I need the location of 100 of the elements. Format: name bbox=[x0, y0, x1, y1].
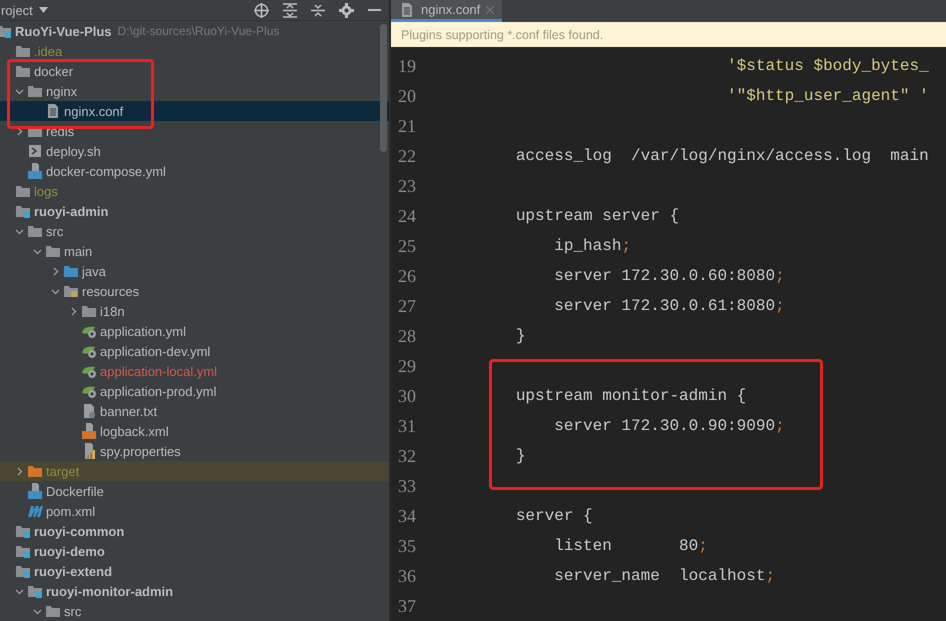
line-number: 19 bbox=[397, 56, 417, 76]
tree-item[interactable]: docker bbox=[0, 61, 389, 81]
module-folder-icon bbox=[15, 563, 31, 579]
collapse-all-icon[interactable] bbox=[311, 2, 325, 18]
line-number: 23 bbox=[397, 176, 417, 196]
code-line: server { bbox=[514, 507, 593, 525]
code-line: server 172.30.0.90:9090; bbox=[553, 417, 785, 435]
maven-file-icon bbox=[27, 503, 43, 519]
item-name: .idea bbox=[34, 44, 62, 58]
item-name: java bbox=[82, 264, 106, 278]
tree-item[interactable]: src bbox=[0, 601, 389, 621]
tree-item[interactable]: i18n bbox=[0, 301, 389, 321]
folder-icon bbox=[27, 223, 43, 239]
scrollbar[interactable] bbox=[380, 24, 387, 152]
compose-file-icon bbox=[27, 163, 43, 179]
crosshair-icon[interactable] bbox=[254, 2, 269, 18]
item-name: i18n bbox=[100, 304, 125, 318]
item-name: deploy.sh bbox=[46, 144, 101, 158]
tree-item[interactable]: docker-compose.yml bbox=[0, 161, 389, 181]
line-number: 31 bbox=[397, 416, 417, 436]
tree-item[interactable]: src bbox=[0, 221, 389, 241]
tree-item[interactable]: deploy.sh bbox=[0, 141, 389, 161]
item-name: logs bbox=[34, 184, 58, 198]
item-name: banner.txt bbox=[100, 404, 158, 418]
item-name: ruoyi-extend bbox=[34, 564, 112, 578]
folder-icon bbox=[27, 463, 43, 479]
module-folder-icon bbox=[15, 523, 31, 539]
document-icon bbox=[45, 103, 61, 119]
item-name: application-local.yml bbox=[100, 364, 218, 378]
item-name: pom.xml bbox=[46, 504, 96, 518]
item-name: main bbox=[64, 244, 92, 258]
chevron-down-icon[interactable] bbox=[33, 246, 42, 256]
tree-item[interactable]: application-prod.yml bbox=[0, 381, 389, 401]
settings-icon[interactable] bbox=[339, 2, 354, 18]
item-name: src bbox=[64, 604, 82, 618]
folder-icon bbox=[15, 63, 31, 79]
tree-item[interactable]: application.yml bbox=[0, 321, 389, 341]
line-number: 32 bbox=[397, 446, 417, 466]
panel-title[interactable]: roject bbox=[1, 2, 33, 18]
item-name: nginx.conf bbox=[64, 104, 124, 118]
project-root[interactable]: RuoYi-Vue-Plus D:\git-sources\RuoYi-Vue-Plus bbox=[0, 21, 389, 41]
tree-item[interactable]: nginx.conf bbox=[0, 101, 389, 121]
item-name: ruoyi-demo bbox=[34, 544, 105, 558]
tree-item[interactable]: logs bbox=[0, 181, 389, 201]
notification-text: Plugins supporting *.conf files found. bbox=[401, 28, 604, 42]
module-folder-icon bbox=[0, 23, 12, 39]
chevron-right-icon[interactable] bbox=[69, 306, 78, 316]
tree-item[interactable]: main bbox=[0, 241, 389, 261]
code-line: upstream monitor-admin { bbox=[514, 387, 746, 405]
tree-item[interactable]: .idea bbox=[0, 41, 389, 61]
chevron-down-icon[interactable] bbox=[51, 286, 60, 296]
tree-item[interactable]: logback.xml bbox=[0, 421, 389, 441]
xml-file-icon bbox=[81, 423, 97, 439]
line-number: 24 bbox=[397, 206, 417, 226]
chevron-right-icon[interactable] bbox=[15, 466, 24, 476]
tree-item[interactable]: application-dev.yml bbox=[0, 341, 389, 361]
chevron-right-icon[interactable] bbox=[51, 266, 60, 276]
code-editor[interactable] bbox=[391, 47, 946, 621]
chevron-down-icon[interactable] bbox=[33, 606, 42, 616]
module-folder-icon bbox=[15, 543, 31, 559]
code-line: ip_hash; bbox=[553, 237, 632, 255]
tree-item[interactable]: spy.properties bbox=[0, 441, 389, 461]
tree-item[interactable]: banner.txt bbox=[0, 401, 389, 421]
tree-item[interactable]: Dockerfile bbox=[0, 481, 389, 501]
code-line: server 172.30.0.60:8080; bbox=[553, 267, 785, 285]
project-name: RuoYi-Vue-Plus bbox=[15, 24, 112, 38]
folder-icon bbox=[15, 183, 31, 199]
chevron-right-icon[interactable] bbox=[15, 126, 24, 136]
item-name: spy.properties bbox=[100, 444, 181, 458]
document-icon bbox=[399, 2, 415, 18]
tree-item[interactable]: ruoyi-extend bbox=[0, 561, 389, 581]
tree-item[interactable]: pom.xml bbox=[0, 501, 389, 521]
chevron-down-icon[interactable] bbox=[15, 86, 24, 96]
code-line: '"$http_user_agent" ' bbox=[726, 87, 929, 105]
tree-item[interactable]: ruoyi-admin bbox=[0, 201, 389, 221]
folder-icon bbox=[45, 243, 61, 259]
line-number: 29 bbox=[397, 356, 417, 376]
module-folder-icon bbox=[27, 583, 43, 599]
code-line: server_name localhost; bbox=[553, 567, 776, 585]
docker-file-icon bbox=[27, 483, 43, 499]
dropdown-caret-icon[interactable] bbox=[38, 7, 48, 13]
tree-item[interactable]: nginx bbox=[0, 81, 389, 101]
tree-item[interactable]: java bbox=[0, 261, 389, 281]
item-name: application-prod.yml bbox=[100, 384, 216, 398]
expand-all-icon[interactable] bbox=[283, 2, 297, 18]
tree-item[interactable]: ruoyi-common bbox=[0, 521, 389, 541]
tree-item[interactable]: ruoyi-monitor-admin bbox=[0, 581, 389, 601]
line-number: 27 bbox=[397, 296, 417, 316]
tree-item[interactable]: ruoyi-demo bbox=[0, 541, 389, 561]
tree-item[interactable]: resources bbox=[0, 281, 389, 301]
editor-tab[interactable]: nginx.conf bbox=[391, 0, 502, 22]
folder-icon bbox=[81, 303, 97, 319]
chevron-down-icon[interactable] bbox=[15, 586, 24, 596]
code-line: upstream server { bbox=[514, 207, 680, 225]
chevron-down-icon[interactable] bbox=[15, 226, 24, 236]
line-number: 21 bbox=[397, 116, 417, 136]
code-line: '$status $body_bytes_ bbox=[726, 57, 929, 75]
minimize-icon[interactable] bbox=[368, 8, 381, 12]
item-name: ruoyi-common bbox=[34, 524, 124, 538]
item-name: docker bbox=[34, 64, 74, 78]
